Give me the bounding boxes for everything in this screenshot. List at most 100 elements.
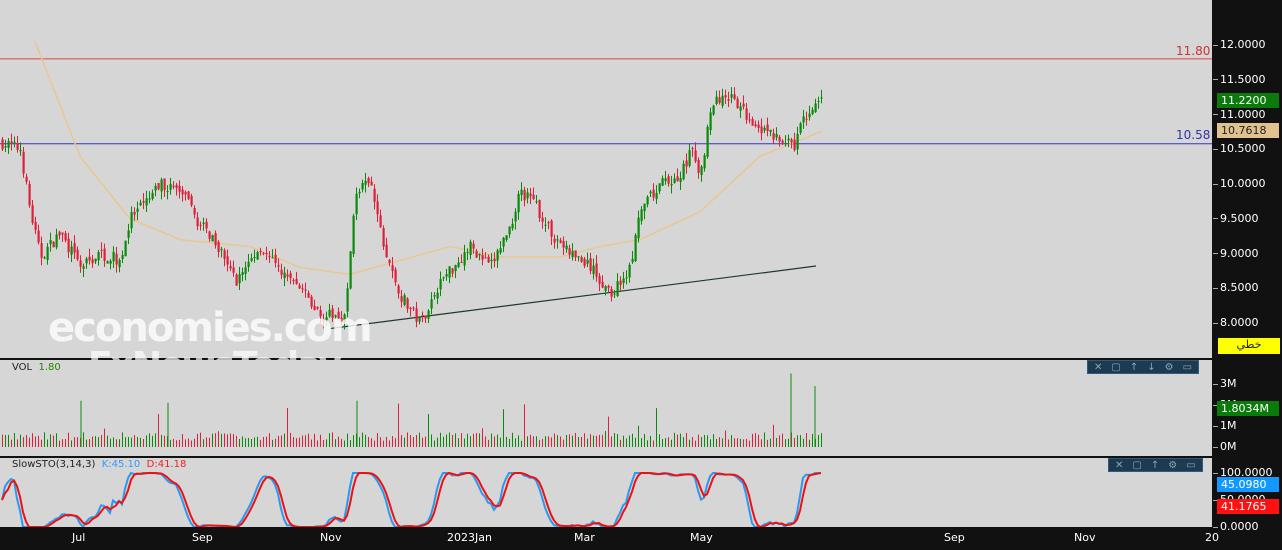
candle-body (709, 112, 712, 131)
time-axis[interactable]: Jul Sep Nov 2023Jan Mar May Sep Nov 20 (0, 528, 1219, 548)
candle-body (712, 105, 715, 115)
candle-body (241, 272, 244, 275)
candle-body (511, 223, 514, 229)
candle-body (28, 183, 31, 206)
candle-body (262, 253, 265, 255)
candle-body (688, 150, 691, 166)
candle-body (523, 189, 526, 201)
move-up-icon[interactable]: ↑ (1130, 362, 1138, 373)
candle-body (127, 230, 130, 238)
candle-body (37, 230, 40, 243)
candle-body (67, 238, 70, 253)
settings-icon[interactable]: ⚙ (1168, 460, 1177, 471)
candle-body (697, 159, 700, 173)
maximize-icon[interactable]: ▢ (1111, 362, 1120, 373)
candle-body (109, 260, 112, 264)
candle-body (184, 191, 187, 195)
candle-body (715, 96, 718, 104)
candle-body (475, 250, 478, 258)
candle-body (586, 259, 589, 264)
price-tick: 11.0000 (1213, 108, 1266, 121)
close-icon[interactable]: ✕ (1115, 460, 1123, 471)
maximize-icon[interactable]: ▢ (1132, 460, 1141, 471)
candle-body (64, 233, 67, 241)
candle-body (442, 277, 445, 279)
move-up-icon[interactable]: ↑ (1151, 460, 1159, 471)
candle-body (265, 253, 268, 255)
scale-mode-button[interactable]: خطي (1218, 338, 1280, 354)
stochastic-label: SlowSTO(3,14,3) K:45.10 D:41.18 (12, 459, 187, 470)
candle-body (520, 189, 523, 196)
time-label: Jul (72, 531, 86, 544)
candle-body (652, 189, 655, 198)
candle-body (172, 185, 175, 188)
candle-body (772, 132, 775, 140)
candle-body (490, 259, 493, 262)
candle-body (355, 193, 358, 215)
candle-body (349, 251, 352, 289)
candle-body (100, 249, 103, 251)
candle-body (280, 269, 283, 275)
candle-body (145, 198, 148, 206)
candle-body (508, 226, 511, 235)
candle-body (79, 260, 82, 267)
candle-body (151, 192, 154, 199)
candle-body (358, 191, 361, 194)
price-chart-pane[interactable]: economies.com FxNewsToday 11.80 10.58 (0, 0, 1212, 386)
candle-body (802, 116, 805, 123)
candle-body (286, 274, 289, 277)
close-icon[interactable]: ✕ (1094, 362, 1102, 373)
volume-pane[interactable]: VOL 1.80 ✕ ▢ ↑ ↓ ⚙ ▭ (0, 360, 1212, 456)
candle-body (601, 281, 604, 288)
candle-body (472, 243, 475, 249)
candle-body (55, 234, 58, 248)
candle-body (484, 257, 487, 259)
candle-body (793, 139, 796, 151)
more-icon[interactable]: ▭ (1186, 460, 1195, 471)
candle-body (670, 183, 673, 186)
candle-body (502, 237, 505, 247)
candle-body (478, 253, 481, 256)
candle-body (295, 278, 298, 285)
candle-body (640, 209, 643, 222)
candle-body (790, 139, 793, 143)
candle-body (646, 196, 649, 205)
stoch-k-badge: 45.0980 (1217, 477, 1279, 492)
candle-body (469, 241, 472, 256)
candle-body (700, 166, 703, 175)
candle-body (205, 221, 208, 229)
settings-icon[interactable]: ⚙ (1165, 362, 1174, 373)
candle-body (298, 285, 301, 289)
candle-body (814, 103, 817, 113)
move-down-icon[interactable]: ↓ (1147, 362, 1155, 373)
candle-body (43, 257, 46, 259)
volume-chart (2, 373, 822, 447)
price-scale[interactable]: 12.0000 11.5000 11.0000 10.5000 10.0000 9.500… (1213, 0, 1282, 358)
candle-body (565, 245, 568, 250)
candle-body (460, 261, 463, 263)
candle-body (505, 235, 508, 240)
candle-body (301, 288, 304, 290)
candle-body (820, 97, 823, 99)
candle-body (4, 146, 7, 148)
candle-body (433, 295, 436, 297)
price-tick: 12.0000 (1213, 38, 1266, 51)
candle-body (748, 119, 751, 121)
candle-body (481, 254, 484, 260)
candle-body (256, 251, 259, 260)
candle-body (658, 183, 661, 192)
candle-body (112, 251, 115, 262)
candle-body (175, 184, 178, 188)
candle-body (595, 263, 598, 277)
candle-body (448, 266, 451, 278)
candle-body (736, 98, 739, 109)
candle-body (535, 201, 538, 203)
candle-body (412, 307, 415, 309)
more-icon[interactable]: ▭ (1183, 362, 1192, 373)
stochastic-pane[interactable]: SlowSTO(3,14,3) K:45.10 D:41.18 ✕ ▢ ↑ ⚙ ▭ (0, 458, 1212, 527)
candle-body (583, 258, 586, 266)
stoch-tick: 0.0000 (1213, 520, 1259, 533)
candle-body (16, 143, 19, 150)
candle-body (439, 278, 442, 290)
candle-body (88, 256, 91, 261)
